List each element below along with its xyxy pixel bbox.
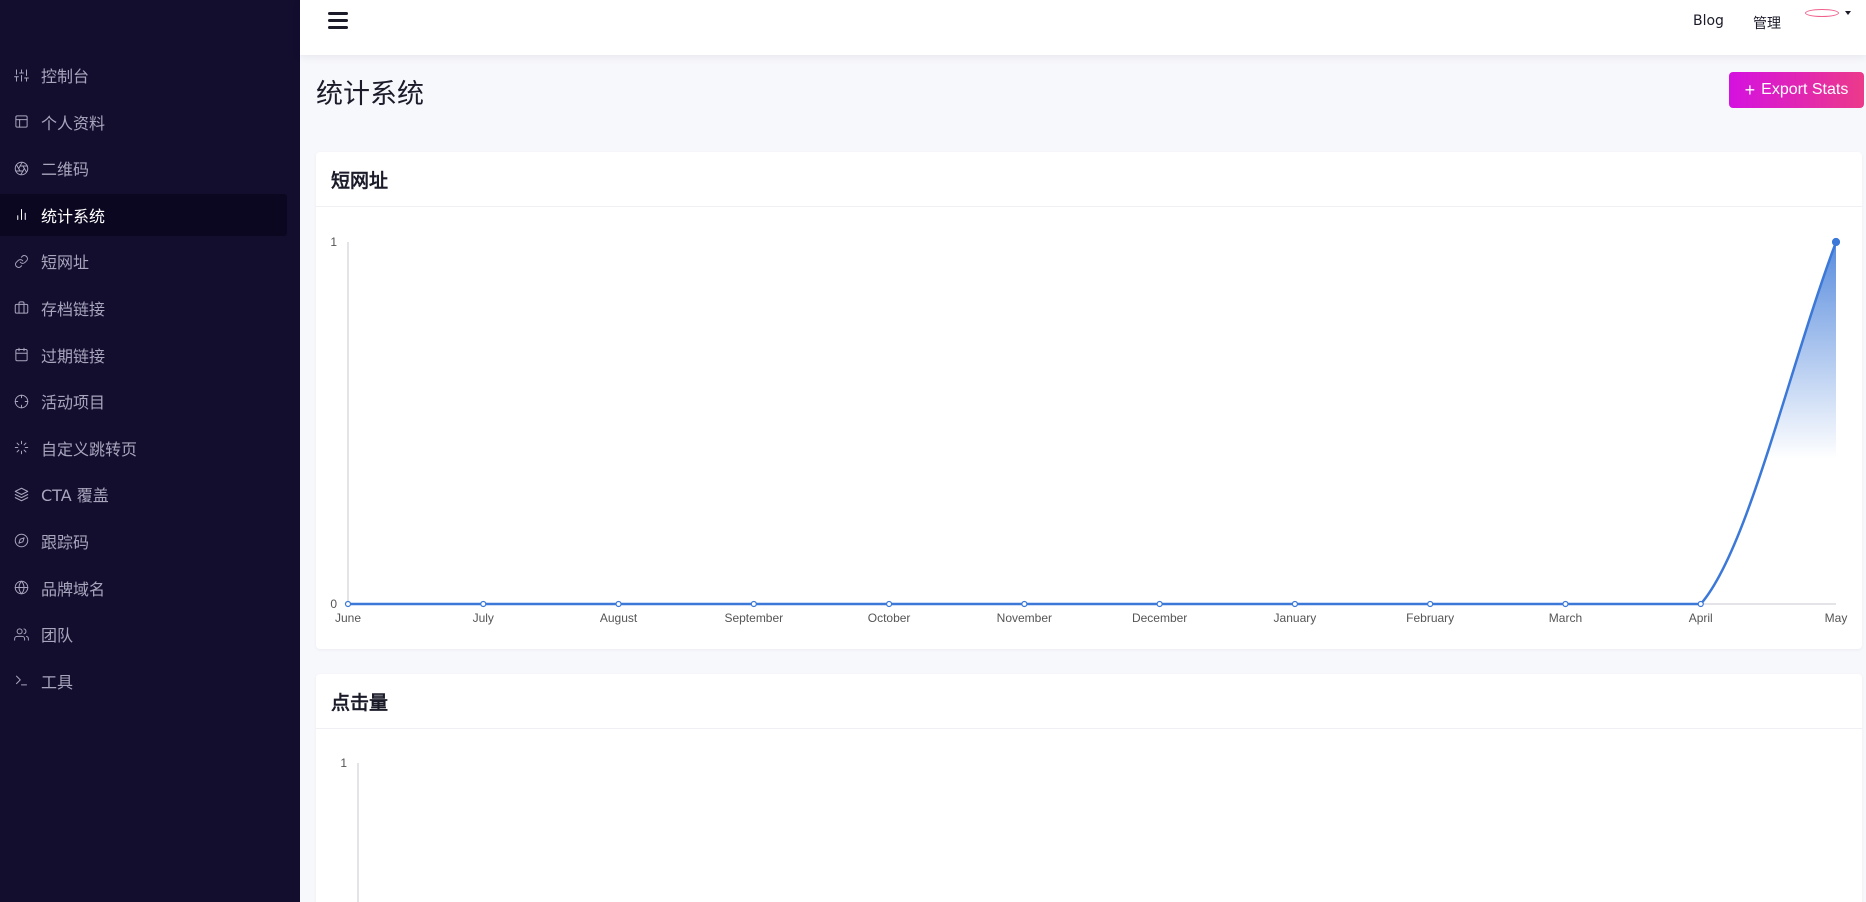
admin-link[interactable]: 管理: [1753, 13, 1781, 33]
sidebar-nav: 控制台个人资料二维码统计系统短网址存档链接过期链接活动项目自定义跳转页 CTA 覆…: [0, 54, 300, 706]
loader-icon: [13, 440, 29, 456]
data-point: [1831, 237, 1841, 247]
users-icon: [13, 626, 29, 642]
x-tick-label: December: [1132, 611, 1187, 625]
export-stats-button[interactable]: + Export Stats: [1729, 72, 1864, 108]
crosshair-icon: [13, 393, 29, 409]
sidebar-item-archived-links[interactable]: 存档链接: [0, 287, 300, 329]
sidebar-item-short-urls[interactable]: 短网址: [0, 240, 300, 282]
short-urls-card: 短网址 0 1 June July August September October Nove…: [316, 152, 1862, 649]
page-title: 统计系统: [316, 79, 424, 110]
globe-icon: [13, 580, 29, 596]
sidebar-item-label: 存档链接: [41, 299, 106, 319]
sidebar-item-label: 团队: [41, 626, 74, 646]
x-tick-label: June: [335, 611, 361, 625]
bar-chart-icon: [13, 207, 29, 223]
sidebar-item-label: 短网址: [41, 253, 90, 273]
link-icon: [13, 253, 29, 269]
sidebar-item-label: 过期链接: [41, 346, 106, 366]
sidebar-item-tools[interactable]: 工具: [0, 660, 300, 702]
sidebar-item-profile[interactable]: 个人资料: [0, 101, 300, 143]
chevron-down-icon[interactable]: [1845, 11, 1851, 15]
avatar[interactable]: [1805, 9, 1839, 17]
data-point: [1156, 600, 1163, 608]
calendar-icon: [13, 347, 29, 363]
sidebar-item-stats[interactable]: 统计系统: [0, 193, 287, 236]
aperture-icon: [13, 160, 29, 176]
sidebar-item-label: 跟踪码: [41, 532, 90, 552]
sidebar-item-label: 工具: [41, 672, 74, 692]
layers-icon: [13, 486, 29, 502]
sidebar-item-campaigns[interactable]: 活动项目: [0, 380, 300, 422]
data-point: [615, 600, 622, 608]
data-point: [1021, 600, 1028, 608]
y-tick-label: 1: [330, 235, 337, 249]
sidebar-item-qrcode[interactable]: 二维码: [0, 147, 300, 189]
sidebar-item-custom-splash[interactable]: 自定义跳转页: [0, 427, 300, 469]
sidebar: 控制台个人资料二维码统计系统短网址存档链接过期链接活动项目自定义跳转页 CTA 覆…: [0, 0, 300, 902]
sidebar-item-label: 二维码: [41, 160, 90, 180]
data-point: [1562, 600, 1569, 608]
data-point: [750, 600, 757, 608]
sidebar-item-dashboard[interactable]: 控制台: [0, 54, 300, 96]
menu-toggle-icon[interactable]: [328, 12, 348, 30]
terminal-icon: [13, 673, 29, 689]
data-point: [1291, 600, 1299, 608]
sidebar-item-label: CTA 覆盖: [41, 486, 109, 506]
sidebar-item-label: 品牌域名: [41, 579, 106, 599]
export-stats-label: Export Stats: [1761, 81, 1849, 98]
sidebar-item-label: 控制台: [41, 67, 90, 86]
data-point: [1427, 600, 1434, 608]
sidebar-item-label: 个人资料: [41, 113, 106, 133]
x-tick-label: February: [1406, 611, 1454, 625]
briefcase-icon: [13, 300, 29, 316]
x-tick-label: September: [724, 611, 783, 625]
y-tick-label: 0: [330, 597, 337, 611]
y-tick-label: 1: [340, 756, 347, 770]
clicks-card: 点击量 1: [316, 674, 1862, 902]
sidebar-item-team[interactable]: 团队: [0, 613, 300, 655]
sidebar-item-tracking-pixels[interactable]: 跟踪码: [0, 520, 300, 562]
series-line: [348, 241, 1838, 606]
x-tick-label: August: [600, 611, 638, 625]
sidebar-item-branded-domains[interactable]: 品牌域名: [0, 567, 300, 609]
sidebar-item-label: 活动项目: [41, 393, 106, 413]
short-urls-chart: 0 1 June July August September October November…: [330, 235, 1848, 625]
x-tick-label: January: [1274, 611, 1317, 625]
data-point: [885, 600, 893, 608]
blog-link[interactable]: Blog: [1693, 13, 1724, 29]
x-tick-label: July: [473, 611, 494, 625]
area-fill: [348, 242, 1836, 604]
sidebar-item-label: 统计系统: [41, 206, 106, 226]
sidebar-item-label: 自定义跳转页: [41, 439, 138, 459]
sidebar-item-cta-overlay[interactable]: CTA 覆盖: [0, 473, 300, 515]
x-tick-label: November: [997, 611, 1052, 625]
clicks-chart: 1: [340, 756, 359, 902]
data-point: [344, 600, 352, 608]
x-tick-label: April: [1689, 611, 1713, 625]
sidebar-item-expired-links[interactable]: 过期链接: [0, 334, 300, 376]
x-tick-label: October: [868, 611, 911, 625]
x-tick-label: May: [1825, 611, 1848, 625]
compass-icon: [13, 533, 29, 549]
data-point: [480, 600, 487, 608]
x-tick-label: March: [1549, 611, 1582, 625]
layout-icon: [13, 114, 29, 130]
plus-icon: +: [1744, 80, 1756, 100]
sliders-icon: [13, 67, 29, 83]
top-bar: Blog 管理: [300, 0, 1866, 55]
data-point: [1697, 600, 1704, 608]
